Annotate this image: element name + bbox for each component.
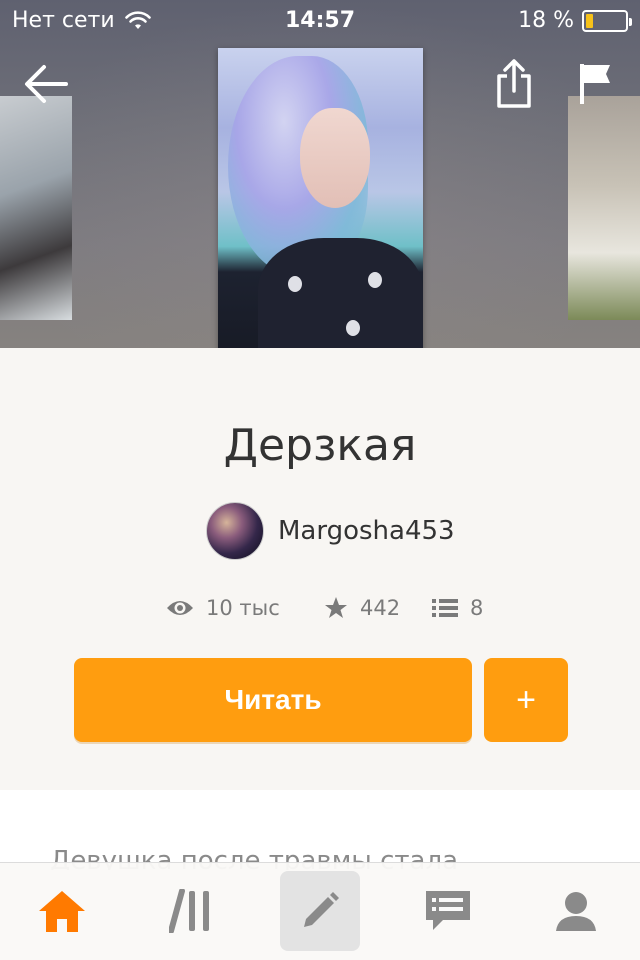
messages-icon (426, 891, 470, 930)
views-count: 10 тыс (206, 596, 280, 620)
battery-percent: 18 % (518, 8, 574, 33)
description-panel: Девушка после травмы стала (0, 790, 640, 870)
tab-home[interactable] (22, 871, 102, 951)
tab-library[interactable] (152, 871, 232, 951)
next-cover[interactable] (568, 96, 640, 320)
previous-cover[interactable] (0, 96, 72, 320)
author-name[interactable]: Margosha453 (278, 516, 455, 546)
report-button[interactable] (578, 62, 614, 106)
share-icon (497, 59, 531, 108)
battery-icon (582, 9, 632, 32)
eye-icon (167, 601, 193, 615)
status-bar: Нет сети 14:57 18 % (0, 0, 640, 40)
votes-count: 442 (360, 596, 401, 620)
list-icon (432, 599, 458, 617)
tab-profile[interactable] (536, 871, 616, 951)
bottom-tab-bar (0, 862, 640, 960)
pencil-icon (304, 892, 339, 927)
parts-stat: 8 (432, 596, 483, 620)
parts-count: 8 (470, 596, 484, 620)
back-arrow-icon (25, 65, 68, 103)
tab-messages[interactable] (408, 871, 488, 951)
avatar[interactable] (206, 502, 264, 560)
star-icon (325, 597, 347, 618)
tab-write[interactable] (280, 871, 360, 951)
story-title: Дерзкая (223, 420, 417, 471)
story-cover (218, 48, 423, 348)
library-icon (169, 889, 209, 933)
flag-icon (580, 64, 610, 104)
home-icon (39, 891, 85, 932)
author-link[interactable]: Margosha453 (206, 502, 455, 560)
story-stats: 10 тыс 442 8 (0, 596, 640, 624)
profile-icon (556, 892, 596, 931)
views-stat: 10 тыс (166, 596, 280, 620)
cover-carousel[interactable] (0, 0, 640, 348)
share-button[interactable] (494, 58, 534, 110)
back-button[interactable] (22, 62, 70, 106)
votes-stat: 442 (324, 596, 400, 620)
add-to-library-button[interactable]: + (484, 658, 568, 742)
read-button[interactable]: Читать (74, 658, 472, 742)
